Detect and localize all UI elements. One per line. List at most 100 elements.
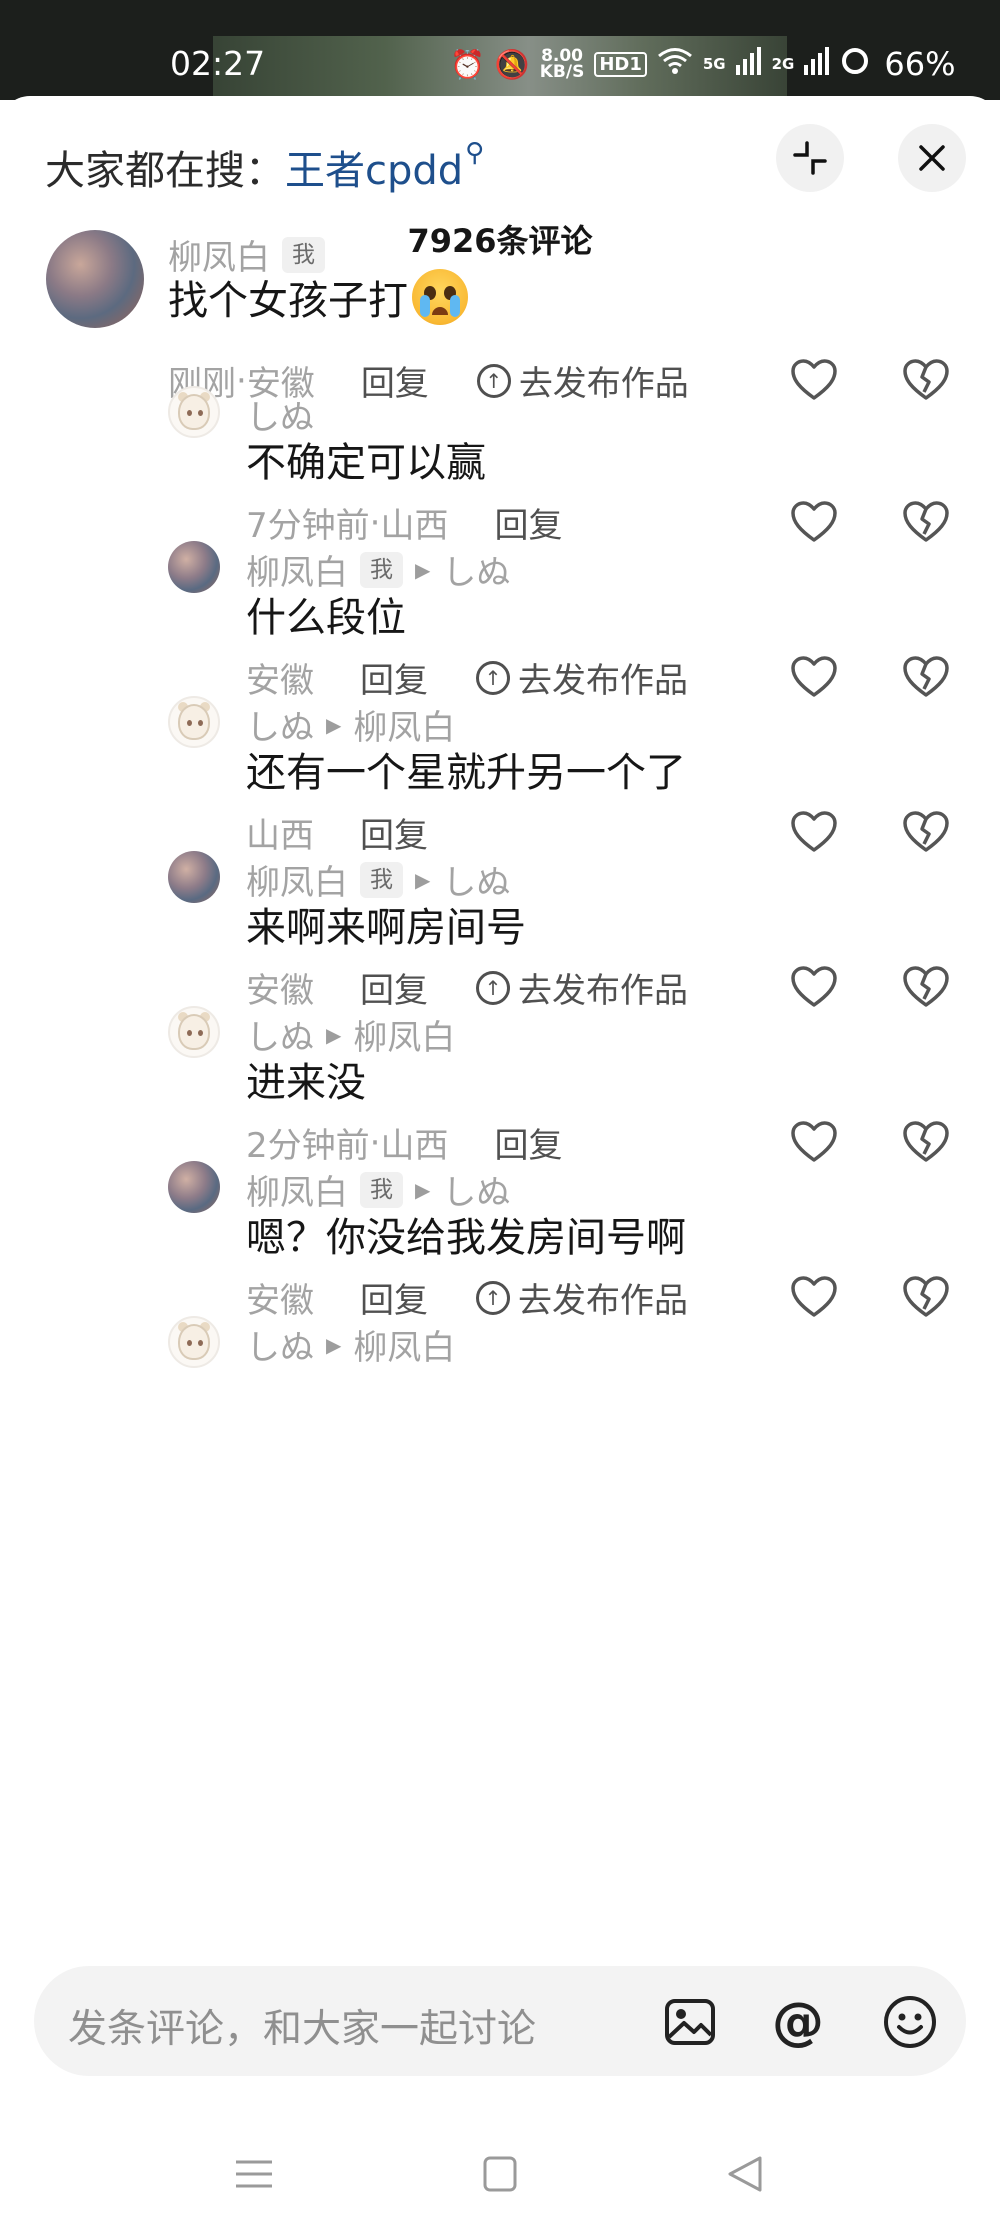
mention-icon[interactable]: @ [770,1994,826,2050]
back-nav-icon[interactable] [724,2154,768,2194]
net-speed-unit: KB/S [539,62,585,82]
broken-heart-icon[interactable] [902,1275,950,1319]
publish-work-button[interactable]: ↑ 去发布作品 [476,653,688,702]
comment-input[interactable]: 发条评论，和大家一起讨论 [68,1998,536,2054]
comment-location: 山西 [246,816,314,856]
search-term[interactable]: 王者cpdd [285,148,463,194]
signal-5g-bars-icon [735,46,762,82]
heart-icon[interactable] [790,810,838,854]
menu-nav-icon[interactable] [232,2154,276,2194]
broken-heart-icon[interactable] [902,358,950,402]
net-speed: 8.00 KB/S [539,48,585,82]
comment-meta: 安徽 回复 ↑ 去发布作品 [246,1273,688,1322]
publish-label: 去发布作品 [518,364,689,404]
reply-to-user[interactable]: しぬ [442,545,510,594]
crying-face-emoji-icon [412,269,468,325]
me-badge: 我 [360,861,403,898]
emoji-icon[interactable] [882,1994,938,2050]
comment-time: 7分钟前 [246,506,370,546]
comment-meta: 安徽 回复 ↑ 去发布作品 [246,963,688,1012]
status-time: 02:27 [170,44,266,83]
reply-button[interactable]: 回复 [494,498,562,547]
avatar[interactable] [46,230,144,328]
upload-icon: ↑ [476,363,511,398]
image-icon[interactable] [662,1994,718,2050]
broken-heart-icon[interactable] [902,965,950,1009]
avatar[interactable] [168,1161,220,1213]
hd-badge: HD1 [594,51,647,77]
comment-meta: 2分钟前 · 山西 回复 [246,1118,562,1167]
publish-label: 去发布作品 [518,971,688,1011]
comment-text-content: 找个女孩子打 [168,278,408,324]
comment-sheet: 大家都在搜：王者cpdd⚲ 7926条评论 柳凤白 我 找个女孩子打 刚刚 · … [0,96,1000,2222]
reply-button[interactable]: 回复 [361,356,429,405]
comment-text[interactable]: 找个女孩子打 [168,268,468,326]
upload-icon: ↑ [476,970,510,1005]
comment-text[interactable]: 嗯？你没给我发房间号啊 [246,1205,686,1263]
meta-separator: · [369,502,381,543]
comment-text[interactable]: 什么段位 [246,585,406,643]
publish-label: 去发布作品 [518,661,688,701]
reply-arrow-icon: ▶ [415,867,431,892]
comment-meta: 山西 回复 [246,808,428,857]
broken-heart-icon[interactable] [902,500,950,544]
reply-arrow-icon: ▶ [326,1022,342,1047]
avatar[interactable] [168,696,220,748]
broken-heart-icon[interactable] [902,655,950,699]
search-suggestion[interactable]: 大家都在搜：王者cpdd⚲ [45,138,484,196]
avatar[interactable] [168,541,220,593]
comment-input-bar: 发条评论，和大家一起讨论 @ [34,1966,966,2076]
comment-author-line: しぬ ▶ 柳凤白 [246,1320,455,1369]
close-button[interactable] [898,124,966,192]
publish-work-button[interactable]: ↑ 去发布作品 [476,1273,688,1322]
heart-icon[interactable] [790,1120,838,1164]
reply-button[interactable]: 回复 [360,963,428,1012]
comment-location: 安徽 [246,1281,314,1321]
status-bar: 02:27 ⏰ 🔕 8.00 KB/S HD1 5G 2G 66% [0,0,1000,100]
comment-author[interactable]: しぬ [246,1320,314,1369]
avatar[interactable] [168,386,220,438]
comment-location: 山西 [380,506,449,546]
reply-arrow-icon: ▶ [326,712,342,737]
comment-text[interactable]: 进来没 [246,1050,366,1108]
comment-count-title: 7926条评论 [407,222,593,260]
comment-meta: 7分钟前 · 山西 回复 [246,498,562,547]
heart-icon[interactable] [790,965,838,1009]
signal-2g-bars-icon [804,46,830,82]
comment-location: 安徽 [246,661,314,701]
upload-icon: ↑ [476,1280,510,1315]
comment-location: 山西 [380,1126,449,1166]
status-icons: ⏰ 🔕 8.00 KB/S HD1 5G 2G 66% [450,44,956,84]
system-nav-bar [0,2118,1000,2222]
mute-icon: 🔕 [494,47,530,81]
reply-button[interactable]: 回复 [360,1273,428,1322]
heart-icon[interactable] [790,1275,838,1319]
reply-arrow-icon: ▶ [415,557,431,582]
comment-text[interactable]: 来啊来啊房间号 [246,895,526,953]
wifi-icon [657,47,693,82]
avatar[interactable] [168,1316,220,1368]
alarm-icon: ⏰ [450,47,485,81]
reply-to-user[interactable]: 柳凤白 [353,1320,455,1369]
heart-icon[interactable] [790,500,838,544]
publish-work-button[interactable]: ↑ 去发布作品 [476,356,689,405]
broken-heart-icon[interactable] [902,810,950,854]
comment-text[interactable]: 还有一个星就升另一个了 [246,740,686,798]
broken-heart-icon[interactable] [902,1120,950,1164]
publish-work-button[interactable]: ↑ 去发布作品 [476,963,688,1012]
home-nav-icon[interactable] [478,2154,522,2194]
heart-icon[interactable] [790,655,838,699]
comment-text[interactable]: 不确定可以赢 [246,430,486,488]
me-badge: 我 [360,551,403,588]
reply-button[interactable]: 回复 [360,808,428,857]
collapse-button[interactable] [776,124,844,192]
comment-location: 安徽 [246,971,314,1011]
avatar[interactable] [168,1006,220,1058]
heart-icon[interactable] [790,358,838,402]
close-icon [919,145,945,171]
reply-button[interactable]: 回复 [494,1118,562,1167]
reply-button[interactable]: 回复 [360,653,428,702]
publish-label: 去发布作品 [518,1281,688,1321]
avatar[interactable] [168,851,220,903]
reply-to-user[interactable]: 柳凤白 [353,1010,455,1059]
